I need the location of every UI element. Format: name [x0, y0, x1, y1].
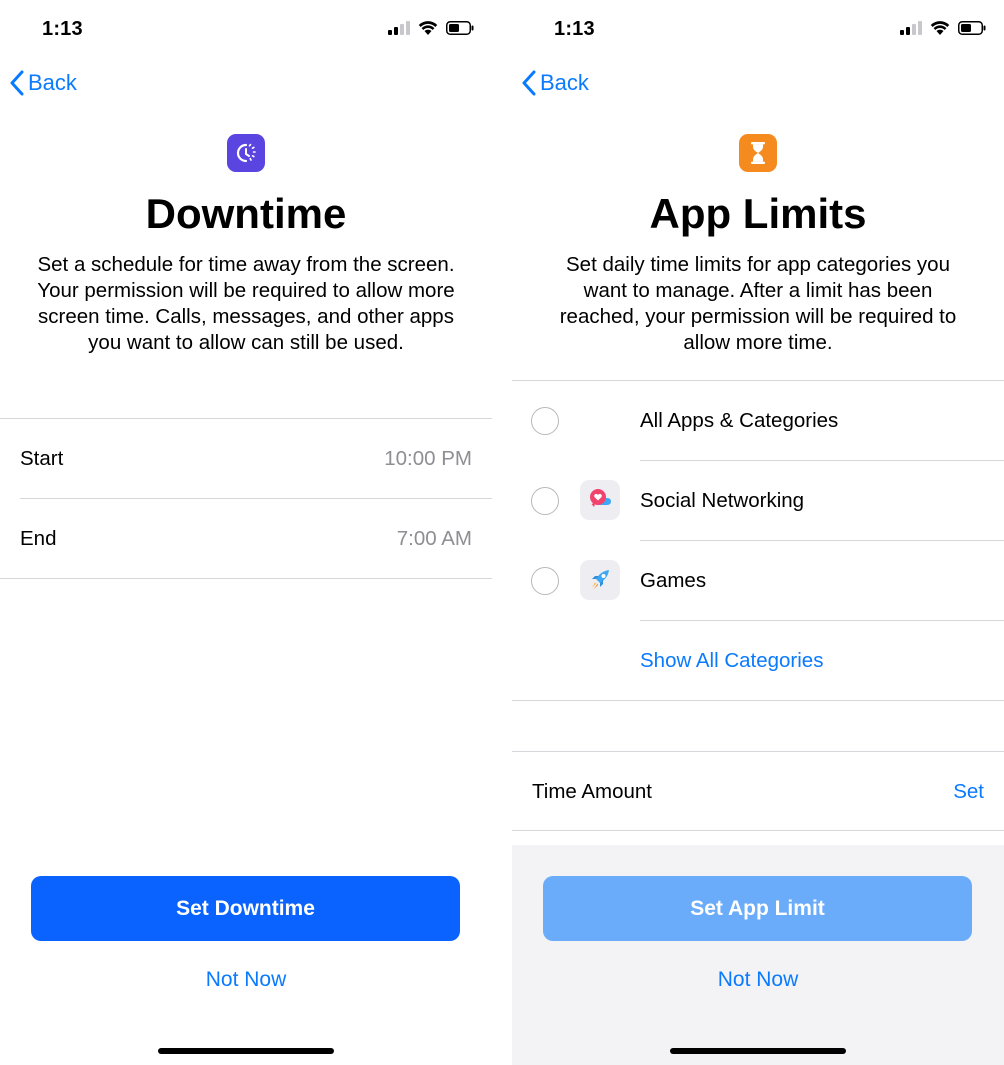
page-description: Set daily time limits for app categories…: [559, 253, 957, 354]
chevron-left-icon: [10, 70, 24, 96]
separator: [512, 700, 1004, 701]
status-time: 1:13: [42, 18, 83, 40]
status-bar: 1:13: [0, 0, 492, 60]
page-title: App Limits: [649, 190, 867, 237]
start-label: Start: [20, 447, 64, 470]
page-description: Set a schedule for time away from the sc…: [37, 253, 455, 354]
end-label: End: [20, 527, 57, 550]
end-value: 7:00 AM: [396, 527, 472, 550]
not-now-button[interactable]: Not Now: [0, 968, 492, 992]
hourglass-icon: [739, 134, 777, 172]
end-time-row[interactable]: End 7:00 AM: [0, 499, 492, 579]
screens-container: 1:13 Back Downtime Set a schedule for ti…: [0, 0, 1004, 1065]
back-button[interactable]: Back: [522, 70, 589, 96]
downtime-screen: 1:13 Back Downtime Set a schedule for ti…: [0, 0, 492, 1065]
start-time-row[interactable]: Start 10:00 PM: [0, 419, 492, 499]
status-icons: [900, 20, 986, 35]
separator: [0, 578, 492, 579]
battery-icon: [446, 20, 474, 35]
status-time: 1:13: [554, 18, 595, 40]
set-downtime-button[interactable]: Set Downtime: [31, 876, 460, 941]
cellular-signal-icon: [900, 20, 922, 35]
category-row-games[interactable]: Games: [512, 541, 1004, 621]
back-label: Back: [28, 70, 77, 95]
home-indicator: [158, 1048, 334, 1054]
page-title: Downtime: [145, 190, 347, 237]
category-radio[interactable]: [531, 567, 559, 595]
category-label: Games: [640, 569, 707, 592]
category-row-social-networking[interactable]: Social Networking: [512, 461, 1004, 541]
time-amount-set-button[interactable]: Set: [953, 780, 984, 804]
time-amount-row[interactable]: Time Amount Set: [512, 752, 1004, 830]
games-rocket-icon: [580, 560, 620, 600]
chevron-left-icon: [522, 70, 536, 96]
show-all-categories-row: Show All Categories: [512, 621, 1004, 701]
wifi-icon: [930, 21, 950, 35]
set-app-limit-button[interactable]: Set App Limit: [543, 876, 972, 941]
separator: [512, 830, 1004, 831]
downtime-icon: [227, 134, 265, 172]
app-limits-screen: 1:13 Back App Limits Set daily time limi…: [512, 0, 1004, 1065]
status-icons: [388, 20, 474, 35]
not-now-button[interactable]: Not Now: [512, 968, 1004, 992]
status-bar: 1:13: [512, 0, 1004, 60]
home-indicator: [670, 1048, 846, 1054]
battery-icon: [958, 20, 986, 35]
show-all-categories-link[interactable]: Show All Categories: [640, 649, 823, 673]
category-radio[interactable]: [531, 487, 559, 515]
cellular-signal-icon: [388, 20, 410, 35]
time-amount-label: Time Amount: [532, 780, 653, 803]
start-value: 10:00 PM: [384, 447, 472, 470]
category-label: All Apps & Categories: [640, 409, 839, 432]
category-radio[interactable]: [531, 407, 559, 435]
social-networking-icon: [580, 480, 620, 520]
back-label: Back: [540, 70, 589, 95]
wifi-icon: [418, 21, 438, 35]
category-row-all-apps[interactable]: All Apps & Categories: [512, 381, 1004, 461]
category-label: Social Networking: [640, 489, 805, 512]
back-button[interactable]: Back: [10, 70, 77, 96]
